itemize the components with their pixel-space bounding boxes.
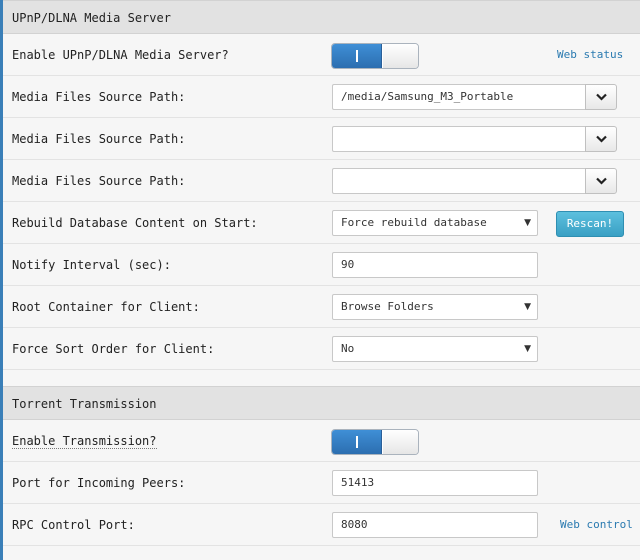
rescan-button[interactable]: Rescan! bbox=[556, 211, 624, 237]
caret-down-icon: ▼ bbox=[524, 302, 531, 312]
upnp-enable-toggle[interactable] bbox=[331, 43, 419, 69]
chevron-down-icon bbox=[595, 135, 607, 143]
peers-port-row: Port for Incoming Peers: 51413 bbox=[3, 462, 640, 504]
sort-order-select[interactable]: No ▼ bbox=[332, 336, 538, 362]
web-control-link[interactable]: Web control bbox=[560, 504, 633, 546]
transmission-enable-label: Enable Transmission? bbox=[12, 420, 157, 462]
upnp-enable-row: Enable UPnP/DLNA Media Server? Web statu… bbox=[3, 34, 640, 76]
transmission-enable-row: Enable Transmission? bbox=[3, 420, 640, 462]
sort-order-label: Force Sort Order for Client: bbox=[12, 342, 215, 356]
upnp-section-header: UPnP/DLNA Media Server bbox=[3, 0, 640, 34]
toggle-off-segment bbox=[383, 44, 418, 68]
media-path-row-2: Media Files Source Path: bbox=[3, 118, 640, 160]
media-path-input-2[interactable] bbox=[332, 126, 585, 152]
rpc-port-row: RPC Control Port: 8080 Web control bbox=[3, 504, 640, 546]
torrent-section-title: Torrent Transmission bbox=[12, 397, 157, 411]
sort-order-selected-value: No bbox=[341, 342, 355, 355]
upnp-section-title: UPnP/DLNA Media Server bbox=[12, 11, 171, 25]
sort-order-row: Force Sort Order for Client: No ▼ bbox=[3, 328, 640, 370]
media-path-combo-3 bbox=[332, 168, 617, 194]
toggle-off-segment bbox=[383, 430, 418, 454]
media-path-input-1[interactable]: /media/Samsung_M3_Portable bbox=[332, 84, 585, 110]
settings-panel: UPnP/DLNA Media Server Enable UPnP/DLNA … bbox=[0, 0, 640, 560]
media-path-combo-2 bbox=[332, 126, 617, 152]
chevron-down-icon bbox=[595, 177, 607, 185]
notify-interval-input[interactable]: 90 bbox=[332, 252, 538, 278]
media-path-dropdown-button-3[interactable] bbox=[585, 168, 617, 194]
rebuild-db-selected-value: Force rebuild database bbox=[341, 216, 487, 229]
root-container-label: Root Container for Client: bbox=[12, 300, 200, 314]
media-path-row-3: Media Files Source Path: bbox=[3, 160, 640, 202]
media-path-label-3: Media Files Source Path: bbox=[12, 174, 186, 188]
notify-interval-label: Notify Interval (sec): bbox=[12, 258, 171, 272]
section-spacer bbox=[3, 370, 640, 386]
peers-port-label: Port for Incoming Peers: bbox=[12, 476, 186, 490]
toggle-on-segment bbox=[332, 44, 382, 68]
media-path-label-1: Media Files Source Path: bbox=[12, 90, 186, 104]
transmission-enable-toggle[interactable] bbox=[331, 429, 419, 455]
root-container-selected-value: Browse Folders bbox=[341, 300, 434, 313]
notify-interval-row: Notify Interval (sec): 90 bbox=[3, 244, 640, 286]
root-container-row: Root Container for Client: Browse Folder… bbox=[3, 286, 640, 328]
media-path-dropdown-button-1[interactable] bbox=[585, 84, 617, 110]
web-status-link[interactable]: Web status bbox=[557, 34, 623, 76]
rebuild-db-row: Rebuild Database Content on Start: Force… bbox=[3, 202, 640, 244]
rebuild-db-label: Rebuild Database Content on Start: bbox=[12, 216, 258, 230]
root-container-select[interactable]: Browse Folders ▼ bbox=[332, 294, 538, 320]
rpc-port-label: RPC Control Port: bbox=[12, 518, 135, 532]
media-path-combo-1: /media/Samsung_M3_Portable bbox=[332, 84, 617, 110]
caret-down-icon: ▼ bbox=[524, 344, 531, 354]
caret-down-icon: ▼ bbox=[524, 218, 531, 228]
rebuild-db-select[interactable]: Force rebuild database ▼ bbox=[332, 210, 538, 236]
upnp-enable-label: Enable UPnP/DLNA Media Server? bbox=[12, 48, 229, 62]
media-path-label-2: Media Files Source Path: bbox=[12, 132, 186, 146]
torrent-section-header: Torrent Transmission bbox=[3, 386, 640, 420]
media-path-input-3[interactable] bbox=[332, 168, 585, 194]
media-path-dropdown-button-2[interactable] bbox=[585, 126, 617, 152]
toggle-on-segment bbox=[332, 430, 382, 454]
bottom-spacer bbox=[3, 546, 640, 560]
peers-port-input[interactable]: 51413 bbox=[332, 470, 538, 496]
transmission-enable-label-text: Enable Transmission? bbox=[12, 434, 157, 449]
media-path-row-1: Media Files Source Path: /media/Samsung_… bbox=[3, 76, 640, 118]
rpc-port-input[interactable]: 8080 bbox=[332, 512, 538, 538]
chevron-down-icon bbox=[595, 93, 607, 101]
